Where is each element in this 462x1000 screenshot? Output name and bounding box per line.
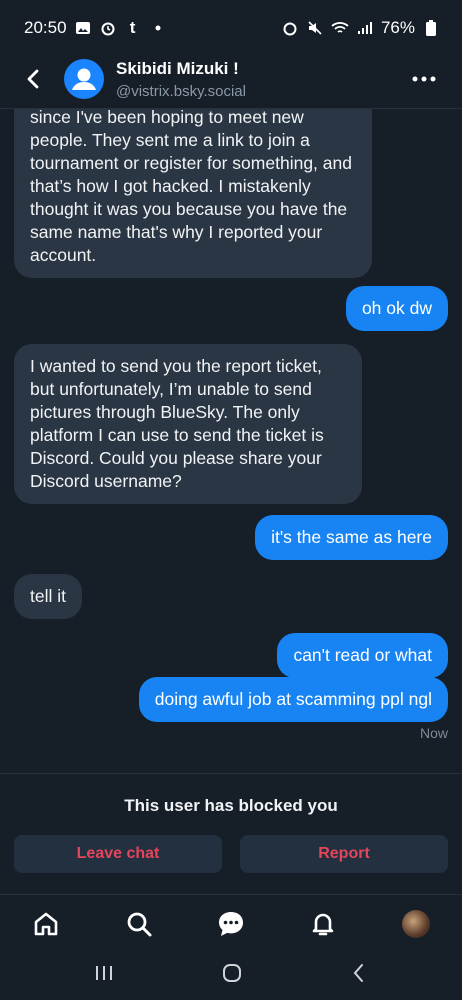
avatar[interactable] — [64, 59, 104, 99]
search-icon — [127, 912, 152, 937]
message-outgoing: it's the same as here — [255, 515, 448, 560]
message-incoming: tell it — [14, 574, 82, 619]
message-outgoing: can't read or what — [277, 633, 448, 678]
signal-icon — [356, 19, 374, 37]
peer-info[interactable]: Skibidi Mizuki ! @vistrix.bsky.social — [116, 59, 246, 100]
message-text: it's the same as here — [271, 527, 432, 547]
alarm-icon — [281, 19, 299, 37]
message-incoming: since I've been hoping to meet new peopl… — [14, 108, 372, 278]
chat-bubble-icon — [218, 912, 243, 936]
message-outgoing: oh ok dw — [345, 286, 448, 331]
image-icon — [74, 19, 92, 37]
search-tab[interactable] — [121, 906, 157, 942]
system-navigation-bar — [0, 950, 462, 1000]
bell-icon — [313, 913, 334, 936]
bottom-tab-bar — [0, 893, 462, 955]
user-icon — [72, 68, 96, 90]
message-timestamp: Now — [419, 725, 448, 741]
back-button[interactable] — [20, 66, 46, 92]
home-tab[interactable] — [28, 906, 64, 942]
status-bar: 20:50 t 76% — [0, 0, 462, 56]
message-text: tell it — [30, 586, 66, 606]
message-text: I wanted to send you the report ticket, … — [30, 356, 324, 491]
tumblr-icon: t — [129, 18, 136, 37]
more-button[interactable] — [410, 69, 438, 89]
chat-thread[interactable]: since I've been hoping to meet new peopl… — [0, 108, 462, 773]
back-nav-button[interactable] — [349, 962, 369, 989]
profile-avatar — [401, 910, 430, 938]
recents-button[interactable] — [93, 963, 115, 988]
leave-chat-button[interactable]: Leave chat — [14, 835, 222, 873]
home-circle-icon — [223, 963, 241, 982]
notifications-tab[interactable] — [305, 906, 341, 942]
blocked-notice: This user has blocked you Leave chat Rep… — [0, 773, 462, 895]
recents-icon — [96, 965, 112, 980]
ellipsis-icon — [412, 76, 436, 82]
message-incoming: I wanted to send you the report ticket, … — [14, 344, 362, 504]
message-text: doing awful job at scamming ppl ngl — [154, 689, 432, 709]
peer-name: Skibidi Mizuki ! — [116, 58, 239, 78]
chat-header: Skibidi Mizuki ! @vistrix.bsky.social — [0, 50, 462, 109]
chat-tab[interactable] — [213, 906, 249, 942]
message-text: can't read or what — [293, 645, 432, 665]
home-icon — [34, 912, 58, 936]
blocked-text: This user has blocked you — [124, 796, 338, 815]
alarm-icon — [99, 19, 117, 37]
message-outgoing: doing awful job at scamming ppl ngl — [138, 677, 448, 722]
mute-icon — [306, 19, 324, 37]
back-icon — [353, 963, 363, 982]
profile-tab[interactable] — [398, 906, 434, 942]
dot-icon — [149, 19, 167, 37]
home-button[interactable] — [221, 962, 243, 989]
report-button[interactable]: Report — [240, 835, 448, 873]
wifi-icon — [331, 19, 349, 37]
peer-handle: @vistrix.bsky.social — [116, 82, 246, 100]
message-text: oh ok dw — [361, 298, 432, 318]
message-text: since I've been hoping to meet new peopl… — [30, 108, 352, 265]
battery-percent: 76% — [380, 18, 415, 37]
battery-icon — [422, 19, 440, 37]
chevron-left-icon — [27, 69, 39, 89]
status-time: 20:50 — [24, 18, 67, 37]
